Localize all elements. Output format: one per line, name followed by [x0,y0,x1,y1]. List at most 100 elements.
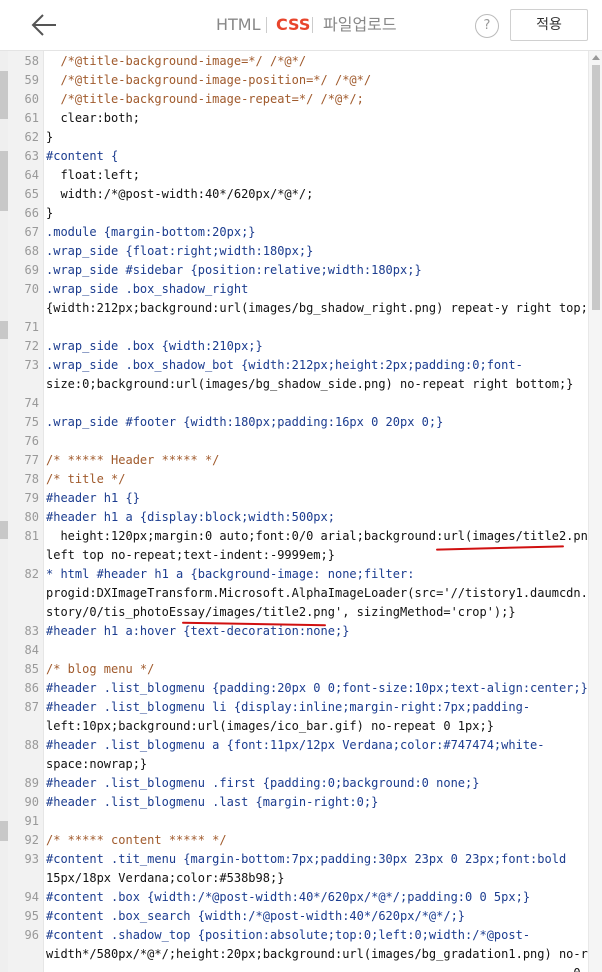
line-number: 83 [24,624,39,638]
code-line: progid:DXImageTransform.Microsoft.AlphaI… [8,584,588,603]
code-text: .wrap_side .box_shadow_right [46,282,249,296]
code-text: width*/580px/*@*/;height:20px;background… [46,947,588,961]
line-number: 91 [24,814,39,828]
code-line: 61 clear:both; [8,109,588,128]
line-number: 79 [24,491,39,505]
line-number: 87 [24,700,39,714]
code-text: .wrap_side #sidebar {position:relative;w… [46,263,422,277]
line-number: 63 [24,149,39,163]
line-number: 95 [24,909,39,923]
tab-divider [266,17,267,33]
line-number: 62 [24,130,39,144]
code-text: #header .list_blogmenu .first {padding:0… [46,776,480,790]
panel-edge-block [0,321,8,339]
code-text: /*@title-background-image-repeat=*/ /*@*… [46,92,364,106]
line-number: 70 [24,282,39,296]
code-line: 60 /*@title-background-image-repeat=*/ /… [8,90,588,109]
vertical-scrollbar[interactable] [588,51,602,972]
code-line: left:10px;background:url(images/ico_bar.… [8,717,588,736]
code-text: story/0/tis_photoEssay/images/title2.png… [46,605,516,619]
line-number: 86 [24,681,39,695]
line-number: 82 [24,567,39,581]
code-line: 73 .wrap_side .box_shadow_bot {width:212p… [8,356,588,375]
scrollbar-thumb[interactable] [592,65,600,310]
code-line: 75 .wrap_side #footer {width:180px;paddin… [8,413,588,432]
code-text: height:120px;margin:0 auto;font:0/0 aria… [46,529,588,543]
line-number: 76 [24,434,39,448]
scroll-up-icon[interactable] [592,55,600,60]
code-text: .module {margin-bottom:20px;} [46,225,256,239]
line-number: 69 [24,263,39,277]
line-number: 67 [24,225,39,239]
line-number: 85 [24,662,39,676]
code-line: 94 #content .box {width:/*@post-width:40*… [8,888,588,907]
line-number: 75 [24,415,39,429]
code-text: #header .list_blogmenu a {font:11px/12px… [46,738,545,752]
code-line: 64 float:left; [8,166,588,185]
code-line: {width:212px;background:url(images/bg_sh… [8,299,588,318]
code-line: 67 .module {margin-bottom:20px;} [8,223,588,242]
code-line: 65 width:/*@post-width:40*/620px/*@*/; [8,185,588,204]
line-number: 59 [24,73,39,87]
code-text: .wrap_side .box {width:210px;} [46,339,263,353]
code-line: 86 #header .list_blogmenu {padding:20px 0… [8,679,588,698]
line-number: 84 [24,643,39,657]
code-line: 69 .wrap_side #sidebar {position:relative… [8,261,588,280]
code-line: 68 .wrap_side {float:right;width:180px;} [8,242,588,261]
code-text: /* ***** Header ***** */ [46,453,220,467]
code-text: #content .box {width:/*@post-width:40*/6… [46,890,531,904]
panel-edge-block [0,521,8,539]
tab-html[interactable]: HTML [216,0,261,50]
code-line: width*/580px/*@*/;height:20px;background… [8,945,588,964]
code-text: {width:212px;background:url(images/bg_sh… [46,301,588,315]
line-number: 68 [24,244,39,258]
code-text: space:nowrap;} [46,757,148,771]
line-number: 71 [24,320,39,334]
code-text: left top no-repeat;text-indent:-9999em;} [46,548,335,562]
code-text: #content { [46,149,119,163]
line-number: 81 [24,529,39,543]
code-line: story/0/tis_photoEssay/images/title2.png… [8,603,588,622]
code-text: #header h1 {} [46,491,140,505]
tab-file-upload[interactable]: 파일업로드 [323,0,397,50]
code-text: #content .box_search {width:/*@post-widt… [46,909,466,923]
apply-button[interactable]: 적용 [510,9,588,41]
code-text: * html #header h1 a {background-image: n… [46,567,415,581]
line-number: 65 [24,187,39,201]
line-number: 96 [24,928,39,942]
code-text: width:/*@post-width:40*/620px/*@*/; [46,187,314,201]
code-text: #header h1 a {display:block;width:500px; [46,510,335,524]
code-line: 85 /* blog menu */ [8,660,588,679]
line-number: 90 [24,795,39,809]
code-text: clear:both; [46,111,140,125]
code-line: 95 #content .box_search {width:/*@post-wi… [8,907,588,926]
code-text: 15px/18px Verdana;color:#538b98;} [46,871,285,885]
tab-divider [312,17,313,33]
code-text: } [46,130,54,144]
code-line: 90 #header .list_blogmenu .last {margin-r… [8,793,588,812]
code-line: 87 #header .list_blogmenu li {display:inl… [8,698,588,717]
code-text: #content .shadow_top {position:absolute;… [46,928,531,942]
code-text: /*@title-background-image=*/ /*@*/ [46,54,307,68]
code-line: space:nowrap;} [8,755,588,774]
code-line: 0 0 [8,964,588,972]
code-line: 89 #header .list_blogmenu .first {padding… [8,774,588,793]
code-line: 79 #header h1 {} [8,489,588,508]
tab-css[interactable]: CSS [276,0,310,50]
code-text: .wrap_side #footer {width:180px;padding:… [46,415,444,429]
code-text: /* title */ [46,472,126,486]
css-code-editor[interactable]: 58 /*@title-background-image=*/ /*@*/59 … [8,51,588,972]
line-number: 58 [24,54,39,68]
code-line: 71 [8,318,588,337]
help-icon[interactable]: ? [475,14,499,38]
code-line: 66} [8,204,588,223]
line-number: 93 [24,852,39,866]
code-line: 15px/18px Verdana;color:#538b98;} [8,869,588,888]
code-text: /* blog menu */ [46,662,155,676]
code-text: size:0;background:url(images/bg_shadow_s… [46,377,574,391]
code-text: #content .tit_menu {margin-bottom:7px;pa… [46,852,567,866]
code-line: 80 #header h1 a {display:block;width:500p… [8,508,588,527]
code-line: 88 #header .list_blogmenu a {font:11px/12… [8,736,588,755]
line-number: 80 [24,510,39,524]
line-number: 60 [24,92,39,106]
